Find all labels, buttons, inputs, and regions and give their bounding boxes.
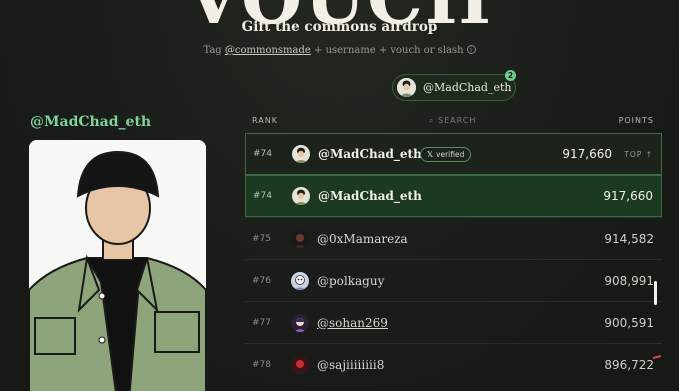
leaderboard-row[interactable]: #77 @sohan269 900,591 bbox=[245, 301, 662, 343]
row-rank: #77 bbox=[252, 317, 271, 328]
row-username[interactable]: @sohan269 bbox=[317, 316, 388, 330]
scroll-top-button[interactable]: TOP ↑ bbox=[624, 150, 653, 159]
row-username[interactable]: @MadChad_eth bbox=[318, 189, 422, 203]
row-points: 917,660 bbox=[562, 147, 612, 161]
avatar bbox=[291, 313, 309, 332]
row-rank: #74 bbox=[253, 191, 272, 201]
leaderboard-row[interactable]: #76 @polkaguy 908,991 bbox=[245, 259, 662, 301]
avatar bbox=[291, 271, 309, 290]
profile-illustration bbox=[29, 140, 206, 391]
profile-card bbox=[29, 140, 206, 391]
row-points: 896,722 bbox=[604, 357, 654, 372]
avatar bbox=[292, 145, 310, 163]
tagline: Tag @commonsmade + username + vouch or s… bbox=[0, 45, 679, 56]
row-username[interactable]: @0xMamareza bbox=[317, 232, 408, 246]
leaderboard-row-self-highlight[interactable]: #74 @MadChad_eth 917,660 bbox=[245, 175, 662, 217]
leaderboard-row[interactable]: #78 @sajiiiiiiii8 896,722 bbox=[245, 343, 662, 385]
row-rank: #78 bbox=[252, 359, 271, 370]
row-username[interactable]: @MadChad_eth bbox=[318, 147, 422, 161]
leaderboard-row[interactable]: #75 @0xMamareza 914,582 bbox=[245, 217, 662, 259]
page-subtitle: Gift the commons airdrop bbox=[241, 19, 438, 35]
search-icon: ⌕ bbox=[429, 116, 439, 125]
row-points: 914,582 bbox=[604, 231, 654, 246]
avatar bbox=[292, 187, 310, 205]
x-icon: 𝕏 bbox=[427, 149, 434, 159]
verified-label: verified bbox=[436, 149, 465, 159]
leaderboard-header: RANK ⌕ SEARCH POINTS bbox=[245, 116, 662, 130]
row-rank: #76 bbox=[252, 275, 271, 286]
avatar bbox=[291, 229, 309, 248]
avatar bbox=[397, 78, 416, 97]
avatar bbox=[291, 355, 309, 374]
row-points: 900,591 bbox=[604, 315, 654, 330]
user-pill-button[interactable]: @MadChad_eth bbox=[392, 74, 516, 101]
search-placeholder: SEARCH bbox=[438, 116, 477, 125]
row-rank: #74 bbox=[253, 149, 272, 159]
commonsmade-link[interactable]: @commonsmade bbox=[225, 45, 311, 56]
tagline-rest: + username + vouch or slash bbox=[310, 45, 464, 56]
points-header: POINTS bbox=[618, 116, 654, 125]
row-points: 917,660 bbox=[603, 189, 653, 203]
notification-badge: 2 bbox=[505, 70, 516, 81]
row-points: 908,991 bbox=[604, 273, 654, 288]
row-username[interactable]: @polkaguy bbox=[317, 274, 384, 288]
row-username[interactable]: @sajiiiiiiii8 bbox=[317, 358, 384, 372]
row-rank: #75 bbox=[252, 233, 271, 244]
scrollbar-thumb[interactable] bbox=[654, 281, 657, 305]
search-input[interactable]: ⌕ SEARCH bbox=[429, 116, 476, 126]
profile-handle: @MadChad_eth bbox=[30, 114, 152, 130]
info-icon[interactable]: i bbox=[466, 45, 476, 54]
rank-header: RANK bbox=[252, 116, 278, 125]
verified-badge: 𝕏verified bbox=[420, 146, 472, 162]
tagline-prefix: Tag bbox=[203, 45, 225, 56]
leaderboard-row-self[interactable]: #74 @MadChad_eth 𝕏verified 917,660 TOP ↑ bbox=[245, 133, 662, 175]
pill-username: @MadChad_eth bbox=[423, 81, 512, 94]
